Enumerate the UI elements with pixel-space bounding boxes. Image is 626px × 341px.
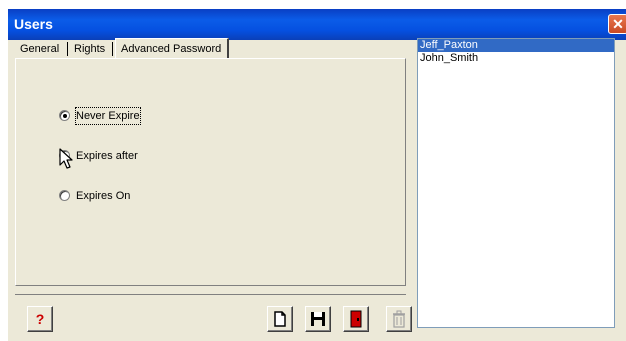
tab-general[interactable]: General	[20, 40, 59, 58]
tab-general-label: General	[20, 43, 60, 55]
tab-separator	[67, 42, 68, 56]
radio-expires-on-label[interactable]: Expires On	[76, 188, 130, 204]
title-bar[interactable]: Users ✕	[8, 9, 626, 40]
new-document-icon	[274, 311, 286, 327]
users-list[interactable]: Jeff_Paxton John_Smith	[417, 38, 615, 328]
mouse-pointer-icon	[59, 148, 73, 169]
window-title: Users	[14, 16, 53, 32]
list-item-john-smith[interactable]: John_Smith	[418, 52, 614, 65]
tab-advanced-password-label: Advanced Password	[121, 43, 222, 55]
floppy-disk-icon	[311, 312, 325, 326]
advanced-password-panel	[15, 58, 406, 286]
tab-rights[interactable]: Rights	[74, 40, 105, 58]
help-icon: ?	[35, 311, 45, 327]
exit-button[interactable]	[343, 306, 369, 332]
radio-button-checked[interactable]	[59, 110, 70, 121]
save-button[interactable]	[305, 306, 331, 332]
close-icon: ✕	[612, 16, 624, 32]
toolbar-divider	[15, 294, 406, 295]
tab-rights-label: Rights	[74, 43, 106, 55]
new-button[interactable]	[267, 306, 293, 332]
list-item-jeff-paxton[interactable]: Jeff_Paxton	[418, 39, 614, 52]
help-button[interactable]: ?	[27, 306, 53, 332]
radio-button[interactable]	[59, 190, 70, 201]
close-button[interactable]: ✕	[608, 14, 626, 34]
radio-expires-after-label[interactable]: Expires after	[76, 148, 138, 164]
delete-button[interactable]	[386, 306, 412, 332]
tab-advanced-password[interactable]: Advanced Password	[115, 38, 230, 59]
exit-door-icon	[350, 310, 362, 328]
radio-never-expire-label[interactable]: Never Expire	[75, 107, 141, 125]
trash-can-icon	[393, 310, 405, 328]
tab-separator	[112, 42, 113, 56]
